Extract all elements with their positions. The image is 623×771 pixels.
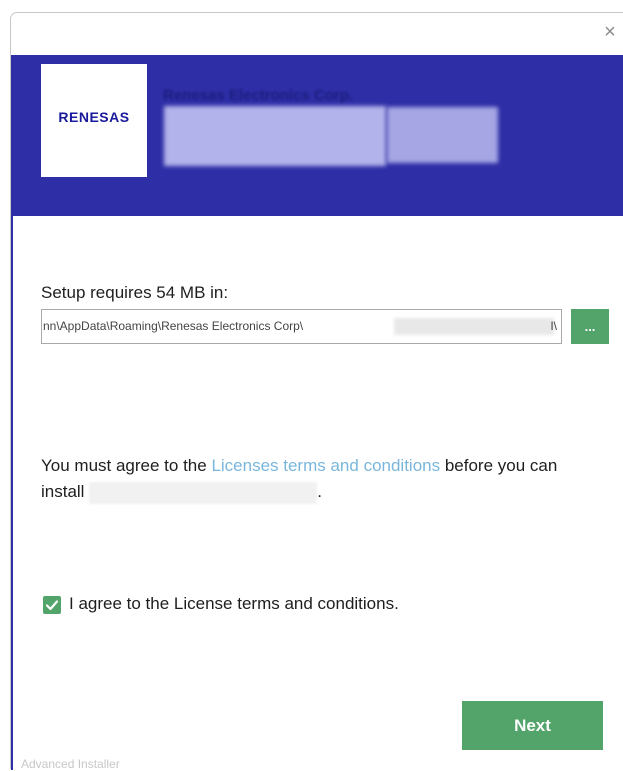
installer-window: × RENESAS Renesas Electronics Corp. Setu… bbox=[10, 12, 623, 771]
title-bar: × bbox=[11, 13, 623, 55]
install-path-value: nn\AppData\Roaming\Renesas Electronics C… bbox=[43, 319, 304, 333]
license-notice: You must agree to the Licenses terms and… bbox=[41, 453, 601, 505]
install-path-field[interactable]: nn\AppData\Roaming\Renesas Electronics C… bbox=[41, 309, 562, 344]
redacted-path-segment bbox=[394, 318, 554, 335]
license-notice-end: . bbox=[317, 482, 322, 501]
close-button[interactable]: × bbox=[599, 19, 621, 45]
license-terms-link[interactable]: Licenses terms and conditions bbox=[211, 456, 440, 475]
redacted-product-name bbox=[89, 481, 318, 504]
vendor-name: Renesas Electronics Corp. bbox=[163, 87, 354, 104]
license-notice-prefix: You must agree to the bbox=[41, 456, 212, 475]
checkmark-icon bbox=[45, 600, 59, 611]
install-size-label: Setup requires 54 MB in: bbox=[41, 283, 229, 302]
agree-checkbox[interactable] bbox=[43, 596, 61, 614]
next-button[interactable]: Next bbox=[462, 701, 603, 750]
redacted-product-version bbox=[387, 107, 498, 163]
browse-button[interactable]: ... bbox=[571, 309, 609, 344]
agree-checkbox-label[interactable]: I agree to the License terms and conditi… bbox=[69, 594, 399, 614]
vendor-logo: RENESAS bbox=[41, 64, 147, 177]
logo-text: RENESAS bbox=[58, 109, 130, 125]
redacted-product-title bbox=[164, 106, 386, 166]
window-edge-accent bbox=[11, 213, 13, 770]
install-path-end: I\ bbox=[550, 319, 557, 333]
header-banner: RENESAS Renesas Electronics Corp. bbox=[11, 55, 623, 216]
